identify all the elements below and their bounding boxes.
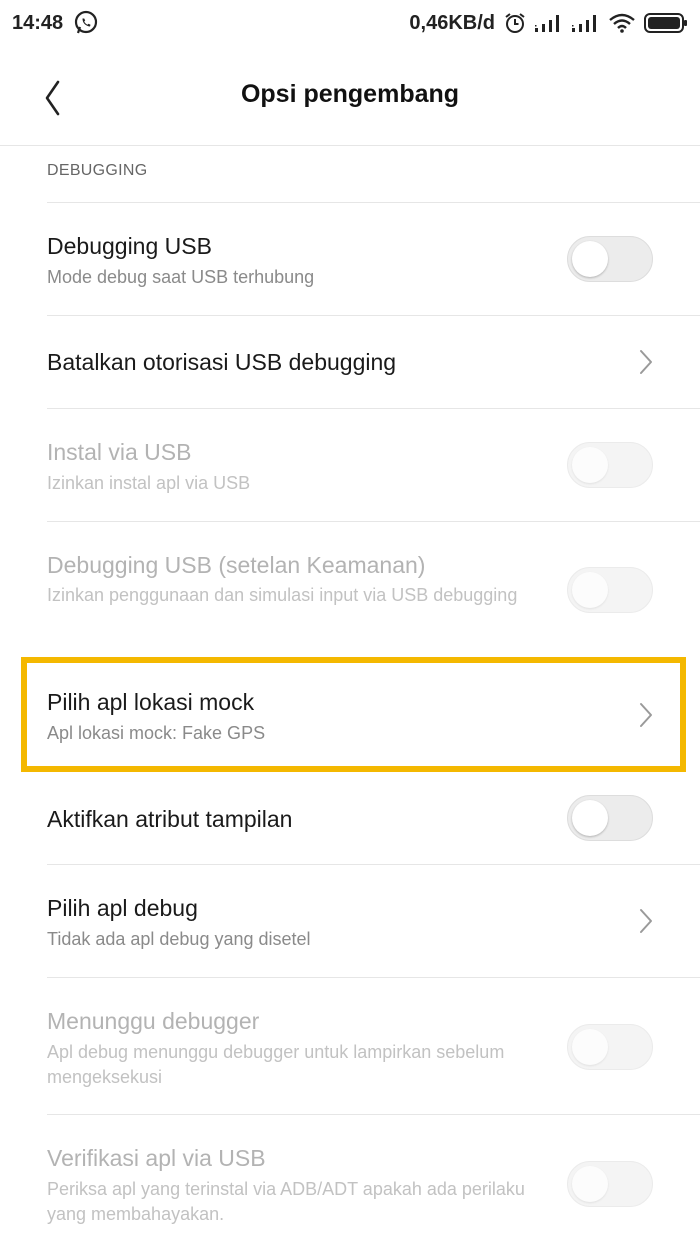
toggle-knob [572, 1029, 608, 1065]
status-time: 14:48 [12, 11, 64, 34]
debugging-usb-toggle[interactable] [567, 236, 653, 282]
toggle-knob [572, 800, 608, 836]
toggle-knob [572, 1166, 608, 1202]
wait-for-debugger-toggle [567, 1024, 653, 1070]
wifi-icon [609, 13, 635, 33]
section-label-debugging: DEBUGGING [47, 162, 148, 179]
whatsapp-icon [73, 10, 99, 36]
toggle-knob [572, 447, 608, 483]
setting-title: Instal via USB [47, 439, 192, 465]
view-attribute-toggle[interactable] [567, 795, 653, 841]
app-header: Opsi pengembang [0, 46, 700, 146]
chevron-right-icon [640, 350, 652, 374]
signal-icon [535, 14, 563, 32]
verify-apps-toggle [567, 1161, 653, 1207]
setting-subtitle: Apl debug menunggu debugger untuk lampir… [47, 1042, 505, 1087]
toggle-knob [572, 241, 608, 277]
battery-icon [644, 12, 688, 34]
setting-install-via-usb: Instal via USB Izinkan instal apl via US… [0, 409, 700, 521]
alarm-icon [504, 12, 526, 34]
toggle-knob [572, 572, 608, 608]
setting-title: Aktifkan atribut tampilan [47, 806, 293, 832]
setting-verify-apps-via-usb: Verifikasi apl via USB Periksa apl yang … [0, 1115, 700, 1244]
setting-subtitle: Izinkan instal apl via USB [47, 473, 251, 493]
usb-debugging-security-toggle [567, 567, 653, 613]
network-speed: 0,46KB/d [409, 11, 495, 34]
setting-subtitle: Periksa apl yang terinstal via ADB/ADT a… [47, 1179, 525, 1224]
setting-subtitle: Tidak ada apl debug yang disetel [47, 929, 311, 949]
setting-title: Pilih apl lokasi mock [47, 689, 255, 715]
setting-enable-view-attribute[interactable]: Aktifkan atribut tampilan [0, 772, 700, 864]
setting-usb-debugging-security: Debugging USB (setelan Keamanan) Izinkan… [0, 522, 700, 652]
status-bar-right: 0,46KB/d [409, 12, 688, 35]
setting-subtitle: Izinkan penggunaan dan simulasi input vi… [47, 585, 518, 605]
setting-title: Pilih apl debug [47, 895, 198, 921]
setting-title: Debugging USB [47, 233, 212, 259]
setting-title: Debugging USB (setelan Keamanan) [47, 552, 426, 578]
setting-title: Menunggu debugger [47, 1008, 260, 1034]
chevron-right-icon [640, 909, 652, 933]
status-bar-left: 14:48 [12, 10, 99, 36]
setting-wait-for-debugger: Menunggu debugger Apl debug menunggu deb… [0, 978, 700, 1114]
setting-select-mock-location-app[interactable]: Pilih apl lokasi mock Apl lokasi mock: F… [0, 663, 700, 767]
chevron-right-icon [640, 703, 652, 727]
page-title: Opsi pengembang [240, 80, 460, 108]
install-via-usb-toggle [567, 442, 653, 488]
setting-title: Batalkan otorisasi USB debugging [47, 349, 397, 375]
setting-revoke-usb-authorization[interactable]: Batalkan otorisasi USB debugging [0, 316, 700, 408]
setting-title: Verifikasi apl via USB [47, 1145, 266, 1171]
setting-select-debug-app[interactable]: Pilih apl debug Tidak ada apl debug yang… [0, 865, 700, 977]
setting-debugging-usb[interactable]: Debugging USB Mode debug saat USB terhub… [0, 203, 700, 315]
status-bar: 14:48 0,46KB/d [0, 0, 700, 46]
signal-icon [572, 14, 600, 32]
setting-subtitle: Mode debug saat USB terhubung [47, 267, 315, 287]
setting-subtitle: Apl lokasi mock: Fake GPS [47, 723, 266, 743]
